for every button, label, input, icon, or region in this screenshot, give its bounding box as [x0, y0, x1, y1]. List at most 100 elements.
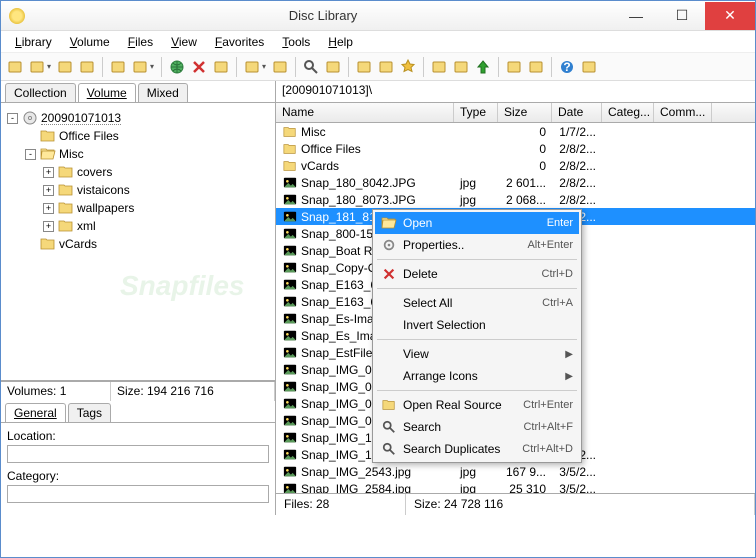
- file-date: 2/8/2...: [552, 176, 602, 190]
- bottom-tab-tags[interactable]: Tags: [68, 403, 111, 422]
- file-row[interactable]: vCards02/8/2...: [276, 157, 755, 174]
- tab-mixed[interactable]: Mixed: [138, 83, 188, 102]
- ctx-open-real-source[interactable]: Open Real SourceCtrl+Enter: [375, 394, 579, 416]
- ctx-view[interactable]: View▶: [375, 343, 579, 365]
- column-date[interactable]: Date: [552, 103, 602, 122]
- column-comm[interactable]: Comm...: [654, 103, 712, 122]
- minimize-button[interactable]: —: [613, 2, 659, 30]
- ctx-shortcut: Ctrl+D: [542, 268, 573, 280]
- tree-expander[interactable]: +: [43, 167, 54, 178]
- file-row[interactable]: Misc01/7/2...: [276, 123, 755, 140]
- tree-view[interactable]: -200901071013Office Files-Misc+covers+vi…: [1, 103, 275, 381]
- ctx-delete[interactable]: DeleteCtrl+D: [375, 263, 579, 285]
- column-name[interactable]: Name: [276, 103, 454, 122]
- menu-help[interactable]: Help: [320, 33, 361, 51]
- open-lib-icon[interactable]: [27, 57, 47, 77]
- category-field[interactable]: [7, 485, 269, 503]
- book-icon[interactable]: [77, 57, 97, 77]
- ctx-properties-[interactable]: Properties..Alt+Enter: [375, 234, 579, 256]
- user-blue-icon[interactable]: [504, 57, 524, 77]
- back-icon[interactable]: [130, 57, 150, 77]
- tree-expander[interactable]: +: [43, 203, 54, 214]
- menu-view[interactable]: View: [163, 33, 205, 51]
- list-header: NameTypeSizeDateCateg...Comm...: [276, 103, 755, 123]
- file-row[interactable]: Office Files02/8/2...: [276, 140, 755, 157]
- ctx-arrange-icons[interactable]: Arrange Icons▶: [375, 365, 579, 387]
- tree-node[interactable]: +covers: [7, 163, 269, 181]
- ctx-search-duplicates[interactable]: Search DuplicatesCtrl+Alt+D: [375, 438, 579, 460]
- tree-node[interactable]: Office Files: [7, 127, 269, 145]
- ctx-select-all[interactable]: Select AllCtrl+A: [375, 292, 579, 314]
- tree-node[interactable]: + vistaicons: [7, 181, 269, 199]
- close-button[interactable]: ✕: [705, 2, 755, 30]
- tree-label: vistaicons: [77, 183, 130, 197]
- print-icon[interactable]: [323, 57, 343, 77]
- bottom-tab-general[interactable]: General: [5, 403, 66, 422]
- location-field[interactable]: [7, 445, 269, 463]
- tree-node[interactable]: +xml: [7, 217, 269, 235]
- ctx-open[interactable]: OpenEnter: [375, 212, 579, 234]
- menu-files[interactable]: Files: [120, 33, 161, 51]
- about-icon[interactable]: [579, 57, 599, 77]
- ctx-search[interactable]: SearchCtrl+Alt+F: [375, 416, 579, 438]
- back-dropdown[interactable]: ▾: [150, 62, 156, 71]
- favorite-icon[interactable]: [270, 57, 290, 77]
- star-icon[interactable]: [398, 57, 418, 77]
- tree-expander[interactable]: +: [43, 185, 54, 196]
- folder-icon: [282, 159, 298, 173]
- gear-left-icon[interactable]: [429, 57, 449, 77]
- menu-library[interactable]: Library: [7, 33, 60, 51]
- file-size: 2 601...: [498, 176, 552, 190]
- menu-tools[interactable]: Tools: [274, 33, 318, 51]
- ctx-shortcut: Ctrl+Enter: [523, 399, 573, 411]
- file-name: Office Files: [301, 142, 361, 156]
- ctx-invert-selection[interactable]: Invert Selection: [375, 314, 579, 336]
- folder-icon: [282, 142, 298, 156]
- menu-volume[interactable]: Volume: [62, 33, 118, 51]
- file-row[interactable]: Snap_IMG_2543.jpgjpg167 9...3/5/2...: [276, 463, 755, 480]
- folder-icon: [58, 200, 74, 216]
- file-date: 3/5/2...: [552, 482, 602, 494]
- file-row[interactable]: Snap_IMG_2584.jpgjpg25 3103/5/2...: [276, 480, 755, 493]
- tree-expander[interactable]: +: [43, 221, 54, 232]
- volume-icon[interactable]: [55, 57, 75, 77]
- tab-collection[interactable]: Collection: [5, 83, 76, 102]
- new-lib-icon[interactable]: [5, 57, 25, 77]
- favorite-add-dropdown[interactable]: ▾: [262, 62, 268, 71]
- gear-right-icon[interactable]: [451, 57, 471, 77]
- paste-icon[interactable]: [376, 57, 396, 77]
- refresh-icon[interactable]: [108, 57, 128, 77]
- ctx-label: Properties..: [403, 238, 527, 252]
- maximize-button[interactable]: ☐: [659, 2, 705, 30]
- file-row[interactable]: Snap_180_8073.JPGjpg2 068...2/8/2...: [276, 191, 755, 208]
- ctx-shortcut: Ctrl+Alt+F: [523, 421, 573, 433]
- tree-node[interactable]: +wallpapers: [7, 199, 269, 217]
- help-icon[interactable]: ?: [557, 57, 577, 77]
- open-lib-dropdown[interactable]: ▾: [47, 62, 53, 71]
- tree-node[interactable]: -Misc: [7, 145, 269, 163]
- search-icon[interactable]: [301, 57, 321, 77]
- column-size[interactable]: Size: [498, 103, 552, 122]
- column-type[interactable]: Type: [454, 103, 498, 122]
- tree-node[interactable]: -200901071013: [7, 109, 269, 127]
- globe-icon[interactable]: [167, 57, 187, 77]
- props-icon[interactable]: [211, 57, 231, 77]
- file-name: Snap_180_8042.JPG: [301, 176, 416, 190]
- up-icon[interactable]: [473, 57, 493, 77]
- file-row[interactable]: Snap_180_8042.JPGjpg2 601...2/8/2...: [276, 174, 755, 191]
- column-categ[interactable]: Categ...: [602, 103, 654, 122]
- ctx-label: Delete: [403, 267, 542, 281]
- copy-icon[interactable]: [354, 57, 374, 77]
- image-icon: [282, 363, 298, 377]
- tab-volume[interactable]: Volume: [78, 83, 136, 102]
- file-name: Snap_IMG_2584.jpg: [301, 482, 411, 494]
- menu-favorites[interactable]: Favorites: [207, 33, 272, 51]
- delete-icon[interactable]: [189, 57, 209, 77]
- tree-node[interactable]: vCards: [7, 235, 269, 253]
- tree-expander[interactable]: -: [7, 113, 18, 124]
- context-menu[interactable]: OpenEnterProperties..Alt+EnterDeleteCtrl…: [372, 209, 582, 463]
- disc-icon: [22, 110, 38, 126]
- favorite-add-icon[interactable]: [242, 57, 262, 77]
- tree-expander[interactable]: -: [25, 149, 36, 160]
- users-icon[interactable]: [526, 57, 546, 77]
